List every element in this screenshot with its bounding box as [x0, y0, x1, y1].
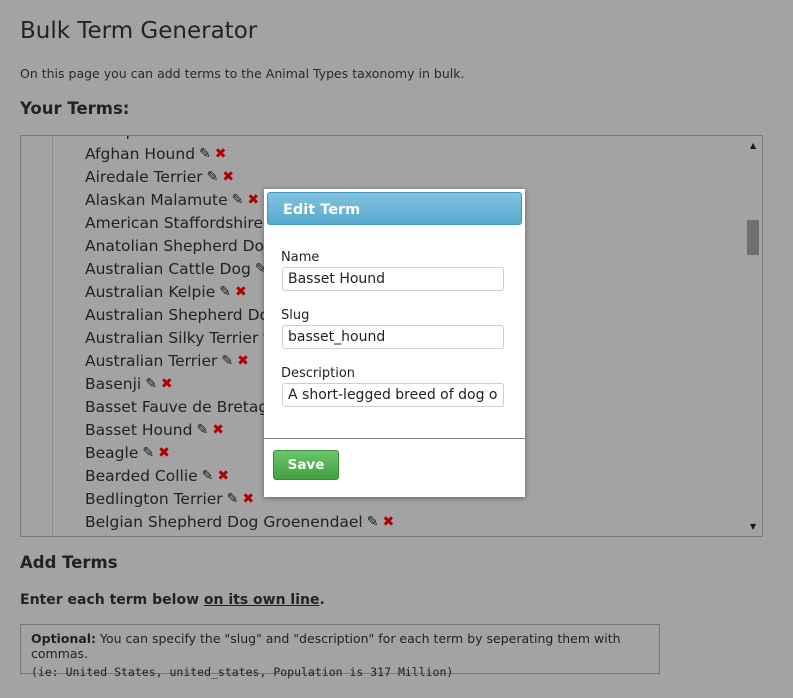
- add-terms-instructions: Enter each term below on its own line.: [20, 592, 325, 608]
- term-label: Australian Silky Terrier: [85, 329, 259, 347]
- scroll-down-icon[interactable]: ▼: [750, 522, 756, 531]
- edit-term-modal: Edit Term Name Slug Description Save: [264, 189, 525, 497]
- pencil-icon[interactable]: ✎: [199, 143, 211, 166]
- term-label: Afghan Hound: [85, 145, 196, 163]
- pencil-icon[interactable]: ✎: [196, 136, 208, 143]
- optional-example: (ie: United States, united_states, Popul…: [31, 665, 454, 679]
- delete-icon[interactable]: ✖: [212, 136, 224, 143]
- pencil-icon[interactable]: ✎: [207, 166, 219, 189]
- delete-icon[interactable]: ✖: [161, 373, 173, 396]
- term-label: Basset Hound: [85, 421, 193, 439]
- name-label: Name: [281, 250, 320, 265]
- term-item: Afghan Hound ✎ ✖: [85, 143, 394, 166]
- your-terms-heading: Your Terms:: [20, 99, 130, 118]
- pencil-icon[interactable]: ✎: [367, 511, 379, 534]
- delete-icon[interactable]: ✖: [217, 465, 229, 488]
- description-input[interactable]: [282, 383, 504, 407]
- pencil-icon[interactable]: ✎: [227, 488, 239, 511]
- modal-divider: [264, 438, 525, 439]
- delete-icon[interactable]: ✖: [215, 143, 227, 166]
- slug-input[interactable]: [282, 325, 504, 349]
- term-label: Bearded Collie: [85, 467, 198, 485]
- term-label: Australian Terrier: [85, 352, 218, 370]
- save-button[interactable]: Save: [273, 450, 339, 480]
- optional-label: Optional:: [31, 631, 97, 646]
- description-label: Description: [281, 366, 356, 381]
- terms-scrollbar[interactable]: ▲ ▼: [746, 136, 762, 536]
- term-label: Affenpinscher: [85, 136, 192, 140]
- term-label: Alaskan Malamute: [85, 191, 228, 209]
- delete-icon[interactable]: ✖: [247, 189, 259, 212]
- term-item: Airedale Terrier ✎ ✖: [85, 166, 394, 189]
- add-terms-heading: Add Terms: [20, 553, 118, 572]
- term-label: Airedale Terrier: [85, 168, 203, 186]
- pencil-icon[interactable]: ✎: [202, 465, 214, 488]
- delete-icon[interactable]: ✖: [242, 488, 254, 511]
- term-label: Beagle: [85, 444, 139, 462]
- delete-icon[interactable]: ✖: [235, 281, 247, 304]
- term-item: Belgian Shepherd Dog Groenendael ✎ ✖: [85, 511, 394, 534]
- pencil-icon[interactable]: ✎: [142, 442, 154, 465]
- delete-icon[interactable]: ✖: [212, 419, 224, 442]
- optional-hint-box: Optional: You can specify the "slug" and…: [20, 624, 660, 679]
- optional-text: You can specify the "slug" and "descript…: [31, 631, 621, 661]
- tree-indent-line: [52, 136, 53, 536]
- term-label: Australian Cattle Dog: [85, 260, 251, 278]
- term-label: Australian Kelpie: [85, 283, 216, 301]
- instructions-prefix: Enter each term below: [20, 592, 204, 608]
- slug-label: Slug: [281, 308, 310, 323]
- page-title: Bulk Term Generator: [20, 18, 258, 44]
- term-label: Basenji: [85, 375, 142, 393]
- modal-header: Edit Term: [267, 192, 522, 225]
- pencil-icon[interactable]: ✎: [219, 281, 231, 304]
- own-line-link[interactable]: on its own line: [204, 592, 320, 608]
- scroll-up-icon[interactable]: ▲: [750, 141, 756, 150]
- term-label: Australian Shepherd Dog: [85, 306, 279, 324]
- term-label: Belgian Shepherd Dog Groenendael: [85, 513, 363, 531]
- pencil-icon[interactable]: ✎: [145, 373, 157, 396]
- term-item: Affenpinscher ✎ ✖: [85, 136, 394, 143]
- term-label: Basset Fauve de Bretagne: [85, 398, 288, 416]
- name-input[interactable]: [282, 267, 504, 291]
- modal-title: Edit Term: [283, 202, 361, 218]
- term-label: Anatolian Shepherd Dog: [85, 237, 274, 255]
- pencil-icon[interactable]: ✎: [232, 189, 244, 212]
- delete-icon[interactable]: ✖: [158, 442, 170, 465]
- pencil-icon[interactable]: ✎: [196, 419, 208, 442]
- term-label: Bedlington Terrier: [85, 490, 223, 508]
- scrollbar-thumb[interactable]: [747, 220, 759, 255]
- page-intro: On this page you can add terms to the An…: [20, 66, 465, 81]
- instructions-suffix: .: [319, 592, 325, 608]
- delete-icon[interactable]: ✖: [382, 511, 394, 534]
- delete-icon[interactable]: ✖: [222, 166, 234, 189]
- delete-icon[interactable]: ✖: [237, 350, 249, 373]
- pencil-icon[interactable]: ✎: [221, 350, 233, 373]
